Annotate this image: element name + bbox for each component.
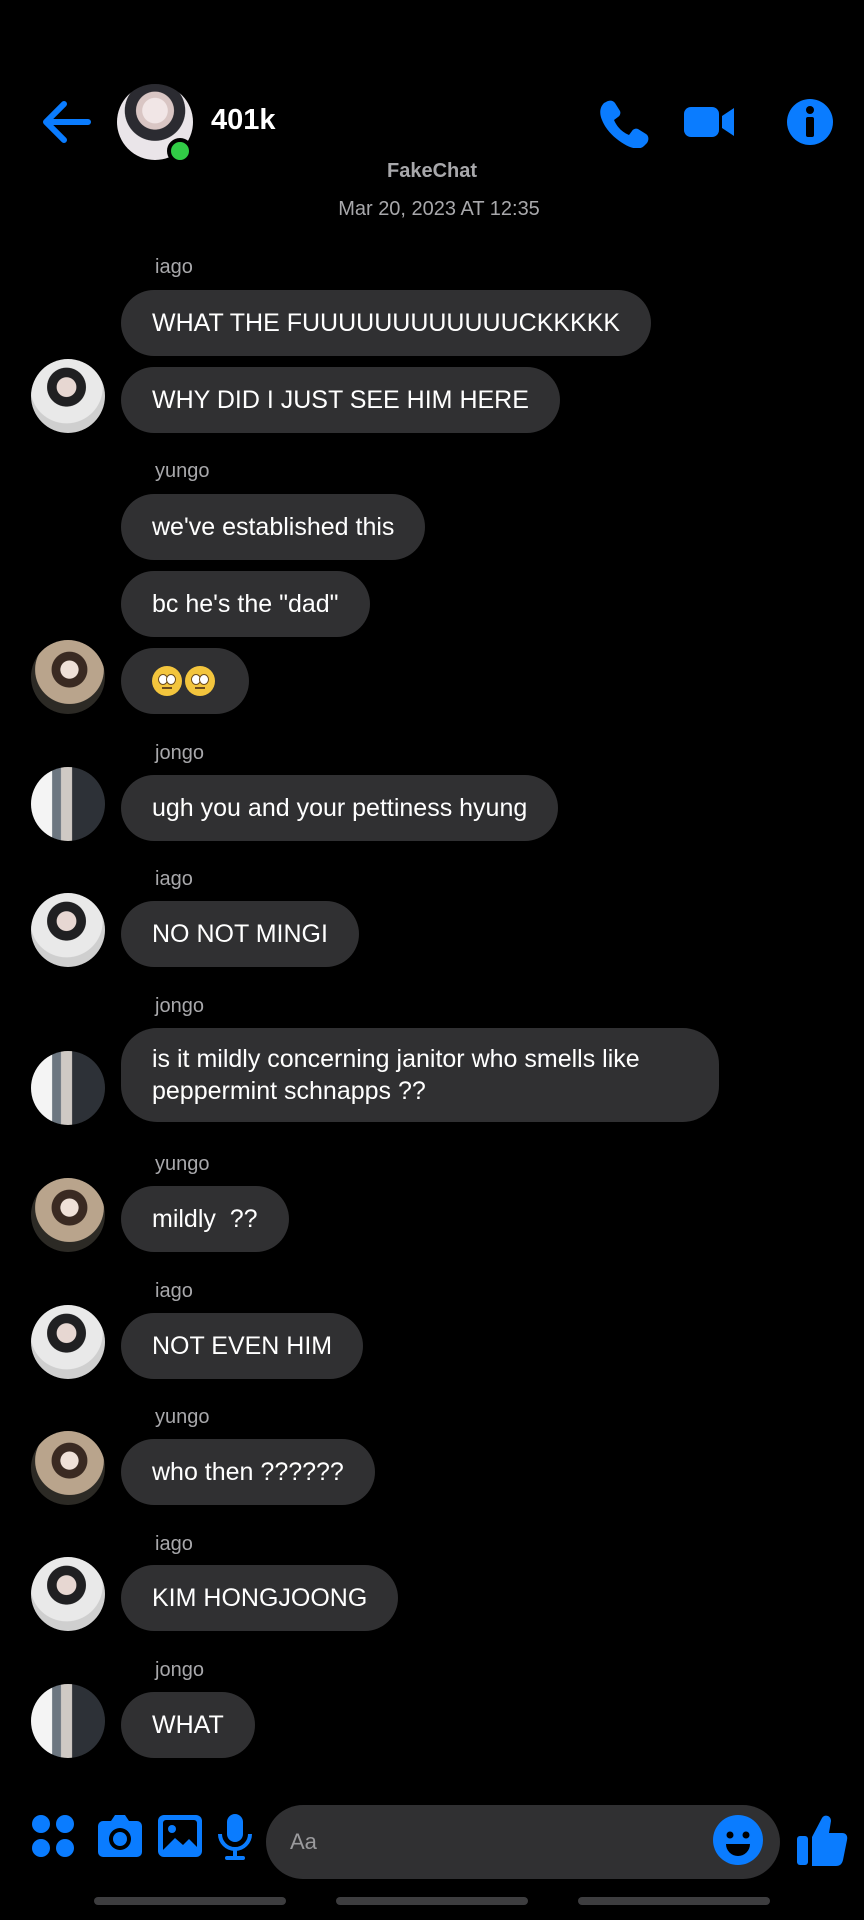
sender-name: yungo [155, 1153, 210, 1175]
sender-name: jongo [155, 1659, 204, 1681]
sender-name: iago [155, 256, 193, 278]
message-bubble[interactable]: KIM HONGJOONG [121, 1565, 399, 1631]
sender-name: yungo [155, 1406, 210, 1428]
message-bubble[interactable]: NO NOT MINGI [121, 901, 359, 967]
avatar[interactable] [31, 1051, 105, 1125]
avatar[interactable] [31, 1684, 105, 1758]
avatar[interactable] [31, 1178, 105, 1252]
avatar[interactable] [31, 1431, 105, 1505]
nav-bar-center[interactable] [336, 1897, 528, 1905]
nav-bar-right [578, 1897, 770, 1905]
message-input-container[interactable] [266, 1805, 780, 1879]
avatar[interactable] [31, 359, 105, 433]
message-bubble[interactable]: WHAT [121, 1692, 255, 1758]
message-bubble[interactable]: ugh you and your pettiness hyung [121, 775, 559, 841]
avatar[interactable] [31, 1557, 105, 1631]
message-bubble[interactable]: WHY DID I JUST SEE HIM HERE [121, 367, 560, 433]
rolling-eyes-emoji-icon [152, 666, 182, 697]
message-list[interactable]: iago WHAT THE FUUUUUUUUUUUUCKKKKK WHY DI… [0, 0, 864, 1780]
sender-name: jongo [155, 995, 204, 1017]
sender-name: iago [155, 1533, 193, 1555]
nav-bar-left [94, 1897, 286, 1905]
avatar[interactable] [31, 640, 105, 714]
sender-name: iago [155, 1280, 193, 1302]
message-bubble[interactable]: WHAT THE FUUUUUUUUUUUUCKKKKK [121, 290, 652, 356]
gallery-icon[interactable] [154, 1810, 206, 1862]
message-bubble[interactable]: is it mildly concerning janitor who smel… [121, 1028, 719, 1122]
thumbs-up-icon[interactable] [795, 1812, 849, 1868]
camera-icon[interactable] [94, 1810, 146, 1862]
rolling-eyes-emoji-icon [185, 666, 215, 697]
apps-grid-icon[interactable] [27, 1810, 79, 1862]
message-bubble[interactable]: NOT EVEN HIM [121, 1313, 364, 1379]
chat-screen: 401k FakeChat Mar 20, 2023 AT 12:35 iago… [0, 0, 864, 1920]
avatar[interactable] [31, 893, 105, 967]
sender-name: iago [155, 868, 193, 890]
emoji-icon[interactable] [712, 1814, 764, 1866]
message-input[interactable] [290, 1805, 690, 1879]
message-bubble[interactable]: who then ?????? [121, 1439, 375, 1505]
microphone-icon[interactable] [209, 1810, 261, 1862]
avatar[interactable] [31, 1305, 105, 1379]
message-bubble[interactable]: bc he's the "dad" [121, 571, 370, 637]
avatar[interactable] [31, 767, 105, 841]
emoji-message-bubble[interactable] [121, 648, 249, 715]
sender-name: yungo [155, 460, 210, 482]
message-bubble[interactable]: mildly ?? [121, 1186, 289, 1252]
message-bubble[interactable]: we've established this [121, 494, 426, 560]
sender-name: jongo [155, 742, 204, 764]
